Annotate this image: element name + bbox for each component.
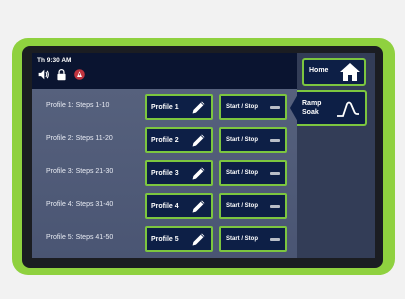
profile-row-label: Profile 3: Steps 21-30 [46, 168, 114, 175]
sidebar: Home Ramp Soak [297, 53, 375, 258]
home-button-label: Home [309, 67, 329, 74]
stopped-indicator-icon [270, 139, 280, 142]
profile-4-edit-button[interactable]: Profile 4 [145, 193, 213, 219]
start-stop-label: Start / Stop [226, 236, 259, 242]
stopped-indicator-icon [270, 205, 280, 208]
start-stop-label: Start / Stop [226, 170, 259, 176]
speaker-icon[interactable] [37, 68, 50, 81]
profile-button-label: Profile 3 [151, 169, 179, 177]
profile-4-start-stop-button[interactable]: Start / Stop [219, 193, 287, 219]
profile-row: Profile 3: Steps 21-30 Profile 3 Start /… [32, 160, 297, 186]
stopped-indicator-icon [270, 172, 280, 175]
pencil-icon [192, 200, 205, 213]
house-icon [340, 63, 360, 81]
home-button[interactable]: Home [302, 58, 366, 86]
profile-1-edit-button[interactable]: Profile 1 [145, 94, 213, 120]
start-stop-label: Start / Stop [226, 203, 259, 209]
stopped-indicator-icon [270, 106, 280, 109]
active-tab-pointer [290, 94, 298, 122]
ramp-soak-label-line1: Ramp [302, 100, 322, 107]
ramp-soak-label-line2: Soak [302, 109, 319, 116]
pencil-icon [192, 101, 205, 114]
stopped-indicator-icon [270, 238, 280, 241]
profile-button-label: Profile 4 [151, 202, 179, 210]
ramp-soak-tab[interactable]: Ramp Soak [297, 90, 367, 126]
profile-row: Profile 5: Steps 41-50 Profile 5 Start /… [32, 226, 297, 252]
start-stop-label: Start / Stop [226, 137, 259, 143]
profile-2-start-stop-button[interactable]: Start / Stop [219, 127, 287, 153]
profile-row: Profile 1: Steps 1-10 Profile 1 Start / … [32, 94, 297, 120]
status-icons [37, 67, 86, 81]
pencil-icon [192, 233, 205, 246]
ramp-soak-curve-icon [337, 101, 359, 117]
profile-list: Profile 1: Steps 1-10 Profile 1 Start / … [32, 89, 297, 258]
profile-3-edit-button[interactable]: Profile 3 [145, 160, 213, 186]
profile-row-label: Profile 1: Steps 1-10 [46, 102, 110, 109]
pencil-icon [192, 134, 205, 147]
clock: Th 9:30 AM [37, 57, 72, 64]
profile-row-label: Profile 5: Steps 41-50 [46, 234, 114, 241]
profile-row-label: Profile 4: Steps 31-40 [46, 201, 114, 208]
touch-screen: Th 9:30 AM Profile 1: Steps 1-10 Profile… [32, 53, 375, 258]
profile-5-start-stop-button[interactable]: Start / Stop [219, 226, 287, 252]
profile-2-edit-button[interactable]: Profile 2 [145, 127, 213, 153]
profile-5-edit-button[interactable]: Profile 5 [145, 226, 213, 252]
profile-button-label: Profile 5 [151, 235, 179, 243]
profile-3-start-stop-button[interactable]: Start / Stop [219, 160, 287, 186]
profile-button-label: Profile 2 [151, 136, 179, 144]
lock-icon[interactable] [55, 68, 68, 81]
status-bar: Th 9:30 AM [32, 53, 297, 89]
profile-row-label: Profile 2: Steps 11-20 [46, 135, 113, 142]
alarm-icon[interactable] [73, 68, 86, 81]
pencil-icon [192, 167, 205, 180]
profile-1-start-stop-button[interactable]: Start / Stop [219, 94, 287, 120]
profile-row: Profile 2: Steps 11-20 Profile 2 Start /… [32, 127, 297, 153]
profile-row: Profile 4: Steps 31-40 Profile 4 Start /… [32, 193, 297, 219]
profile-button-label: Profile 1 [151, 103, 179, 111]
start-stop-label: Start / Stop [226, 104, 259, 110]
